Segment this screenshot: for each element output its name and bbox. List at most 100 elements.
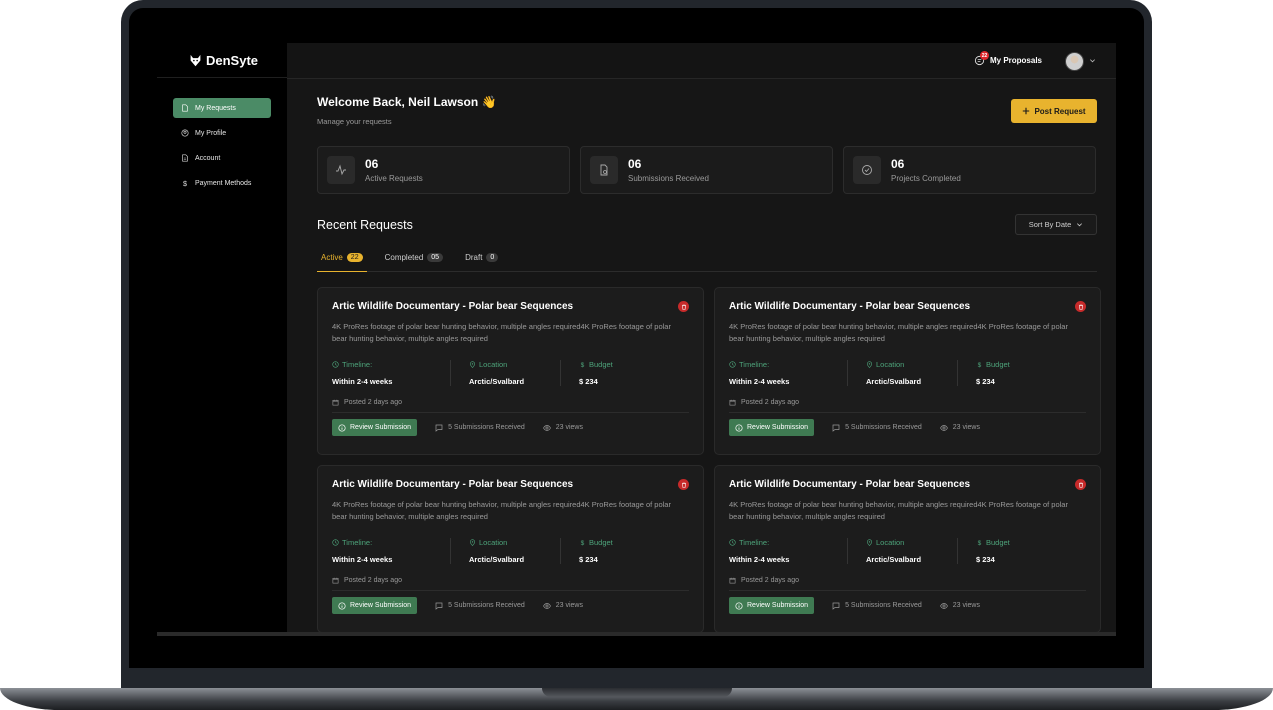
review-submission-label: Review Submission — [747, 602, 809, 609]
views-count: 23 views — [542, 424, 583, 432]
user-circle-icon — [181, 129, 189, 137]
review-submission-button[interactable]: Review Submission — [729, 419, 815, 436]
review-submission-button[interactable]: Review Submission — [332, 419, 418, 436]
request-cards: Artic Wildlife Documentary - Polar bear … — [317, 287, 1102, 633]
request-meta: Timeline: Within 2-4 weeks Location Arct… — [332, 360, 689, 386]
posted-text: Posted 2 days ago — [344, 577, 402, 584]
budget-label-text: Budget — [986, 360, 1010, 369]
request-meta: Timeline: Within 2-4 weeks Location Arct… — [332, 538, 689, 564]
clock-icon — [729, 539, 736, 546]
post-request-label: Post Request — [1034, 106, 1086, 116]
laptop-notch — [542, 688, 732, 697]
timeline-label: Timeline: — [729, 360, 827, 369]
budget-value: $ 234 — [579, 377, 598, 386]
map-pin-icon — [470, 539, 475, 546]
tab-completed[interactable]: Completed 05 — [381, 253, 447, 272]
welcome-subtitle: Manage your requests — [317, 117, 392, 126]
location-column: Location Arctic/Svalbard — [847, 360, 957, 386]
tab-label: Active — [321, 253, 343, 262]
timeline-label-text: Timeline: — [342, 360, 373, 369]
my-proposals-button[interactable]: 22 My Proposals — [974, 51, 1042, 66]
stat-label: Projects Completed — [891, 174, 961, 183]
chevron-down-icon[interactable] — [1089, 57, 1096, 64]
views-text: 23 views — [555, 424, 583, 431]
sidebar-divider — [157, 77, 287, 78]
map-pin-icon — [867, 539, 872, 546]
submissions-text: 5 Submissions Received — [845, 602, 922, 609]
sidebar-item-label: Payment Methods — [195, 179, 252, 187]
views-count: 23 views — [542, 602, 583, 610]
request-description: 4K ProRes footage of polar bear hunting … — [332, 500, 671, 521]
sidebar-item-my-profile[interactable]: My Profile — [173, 123, 271, 143]
location-value: Arctic/Svalbard — [866, 555, 922, 564]
posted-date: Posted 2 days ago — [332, 577, 689, 591]
info-icon — [735, 601, 743, 610]
wolf-logo-icon — [190, 54, 201, 67]
tab-label: Draft — [465, 253, 483, 262]
calendar-icon — [729, 399, 736, 406]
app-name: DenSyte — [206, 53, 259, 68]
budget-label: $ Budget — [579, 360, 613, 369]
logo[interactable]: DenSyte — [189, 53, 258, 68]
sidebar-item-my-requests[interactable]: My Requests — [173, 98, 271, 118]
eye-icon — [542, 424, 551, 431]
sidebar-item-payment-methods[interactable]: $ Payment Methods — [173, 173, 271, 193]
review-submission-button[interactable]: Review Submission — [332, 597, 418, 614]
review-submission-button[interactable]: Review Submission — [729, 597, 815, 614]
timeline-value: Within 2-4 weeks — [332, 377, 393, 386]
delete-button[interactable] — [1075, 479, 1086, 490]
calendar-icon — [729, 577, 736, 584]
budget-label-text: Budget — [986, 538, 1010, 547]
eye-icon — [939, 602, 948, 609]
dollar-icon: $ — [581, 362, 585, 368]
budget-column: $ Budget $ 234 — [560, 538, 633, 564]
welcome-title: Welcome Back, Neil Lawson 👋 — [317, 95, 497, 109]
location-value: Arctic/Svalbard — [469, 555, 525, 564]
location-label: Location — [469, 538, 540, 547]
tab-draft[interactable]: Draft 0 — [461, 253, 502, 272]
card-footer: Review Submission 5 Submissions Received… — [729, 597, 1086, 614]
request-card: Artic Wildlife Documentary - Polar bear … — [714, 465, 1101, 633]
timeline-label: Timeline: — [332, 360, 430, 369]
budget-label: $ Budget — [976, 538, 1010, 547]
dollar-icon: $ — [581, 540, 585, 546]
svg-text:$: $ — [978, 540, 982, 546]
posted-text: Posted 2 days ago — [741, 577, 799, 584]
map-pin-icon — [867, 361, 872, 368]
delete-button[interactable] — [678, 301, 689, 312]
posted-date: Posted 2 days ago — [729, 577, 1086, 591]
delete-button[interactable] — [1075, 301, 1086, 312]
tab-active[interactable]: Active 22 — [317, 253, 367, 272]
submissions-text: 5 Submissions Received — [448, 424, 525, 431]
tab-label: Completed — [384, 253, 424, 262]
location-value: Arctic/Svalbard — [866, 377, 922, 386]
chat-icon: 22 — [974, 51, 989, 66]
card-footer: Review Submission 5 Submissions Received… — [332, 597, 689, 614]
sort-dropdown[interactable]: Sort By Date — [1015, 214, 1097, 235]
screen-bottom-edge — [157, 632, 1116, 636]
document-icon — [182, 104, 188, 112]
sidebar-item-account[interactable]: Account — [173, 148, 271, 168]
location-label: Location — [866, 538, 937, 547]
tab-count: 22 — [346, 253, 363, 262]
timeline-label-text: Timeline: — [739, 360, 770, 369]
views-text: 23 views — [952, 424, 980, 431]
svg-text:$: $ — [183, 179, 187, 187]
chevron-down-icon — [1077, 223, 1083, 227]
sidebar-item-label: My Profile — [195, 129, 227, 137]
post-request-button[interactable]: Post Request — [1011, 99, 1097, 123]
clock-icon — [332, 539, 339, 546]
my-proposals-label: My Proposals — [989, 56, 1042, 65]
app-screen: DenSyte My Requests My Profile Account $… — [157, 43, 1116, 636]
info-icon — [338, 601, 346, 610]
recent-requests-title: Recent Requests — [317, 218, 413, 232]
delete-button[interactable] — [678, 479, 689, 490]
sidebar-nav: My Requests My Profile Account $ Payment… — [173, 98, 271, 198]
submissions-text: 5 Submissions Received — [448, 602, 525, 609]
dollar-icon: $ — [183, 179, 187, 187]
tab-count: 0 — [486, 253, 499, 262]
message-icon — [832, 424, 840, 432]
submissions-text: 5 Submissions Received — [845, 424, 922, 431]
file-check-icon — [590, 156, 618, 184]
avatar[interactable] — [1065, 52, 1084, 71]
